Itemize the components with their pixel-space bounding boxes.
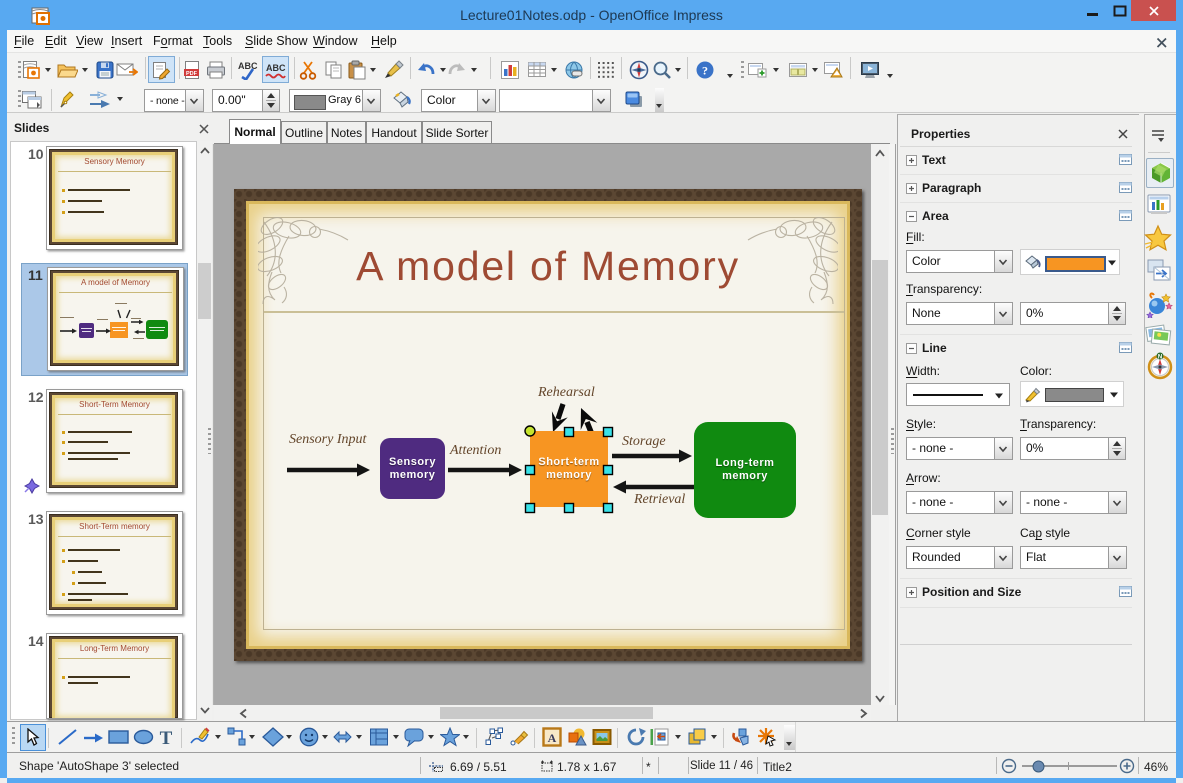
svg-text:N: N (1158, 355, 1162, 361)
svg-text:ABC: ABC (238, 61, 258, 71)
svg-text:PDF: PDF (186, 71, 198, 77)
svg-text:ABC: ABC (266, 63, 286, 73)
svg-text:?: ? (702, 64, 708, 78)
svg-text:T: T (160, 728, 173, 747)
svg-text:A: A (548, 731, 557, 745)
